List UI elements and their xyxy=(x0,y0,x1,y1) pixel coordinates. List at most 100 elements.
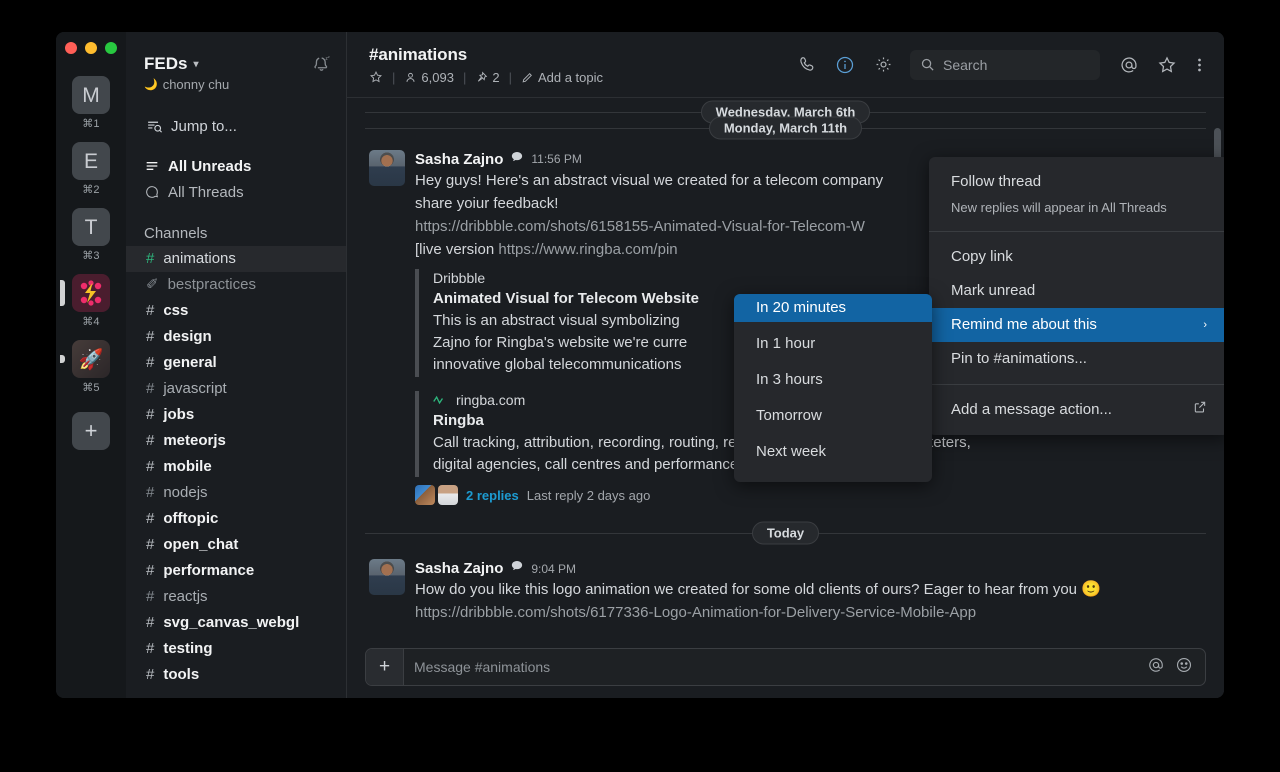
sidebar-item-mobile[interactable]: # mobile xyxy=(126,454,346,480)
menu-item-remind-me-about-this[interactable]: Remind me about this › xyxy=(929,308,1224,342)
sidebar-item-bestpractices[interactable]: ✐ bestpractices xyxy=(126,272,346,298)
channel-name-label: offtopic xyxy=(163,510,219,527)
channel-settings-button[interactable] xyxy=(868,50,898,80)
message-author[interactable]: Sasha Zajno xyxy=(415,560,503,578)
sidebar-item-performance[interactable]: # performance xyxy=(126,558,346,584)
menu-item-mark-unread[interactable]: Mark unread xyxy=(929,274,1224,308)
workspace-item-e[interactable]: E ⌘2 xyxy=(72,142,110,196)
more-options-button[interactable] xyxy=(1190,50,1208,80)
channel-name-label: testing xyxy=(163,640,213,657)
menu-item-label: Pin to #animations... xyxy=(951,350,1087,367)
sidebar-item-testing[interactable]: # testing xyxy=(126,636,346,662)
message-context-menu[interactable]: Follow thread New replies will appear in… xyxy=(929,157,1224,435)
avatar[interactable] xyxy=(369,150,405,186)
submenu-item-in-20-minutes[interactable]: In 20 minutes xyxy=(734,294,932,322)
members-count-button[interactable]: 6,093 xyxy=(404,70,454,85)
sidebar-item-all-unreads[interactable]: All Unreads xyxy=(126,153,346,179)
workspace-item-rocket[interactable]: 🚀 ⌘5 xyxy=(60,340,110,394)
person-icon xyxy=(406,72,415,82)
submenu-item-in-3-hours[interactable]: In 3 hours xyxy=(734,366,932,394)
members-count: 6,093 xyxy=(421,69,454,85)
submenu-item-next-week[interactable]: Next week xyxy=(734,438,932,466)
sidebar-item-general[interactable]: # general xyxy=(126,350,346,376)
emoji-icon[interactable] xyxy=(1175,656,1193,679)
sidebar-item-design[interactable]: # design xyxy=(126,324,346,350)
workspace-item-feds[interactable]: ⌘4 xyxy=(60,274,110,328)
thread-replies-bar[interactable]: 2 replies Last reply 2 days ago xyxy=(415,485,1202,506)
add-workspace-button[interactable]: + xyxy=(72,412,110,450)
submenu-item-in-1-hour[interactable]: In 1 hour xyxy=(734,330,932,358)
menu-item-add-a-message-action[interactable]: Add a message action... xyxy=(929,393,1224,427)
sidebar-item-javascript[interactable]: # javascript xyxy=(126,376,346,402)
hash-icon: # xyxy=(146,302,155,319)
close-window-button[interactable] xyxy=(65,42,77,54)
star-channel-button[interactable] xyxy=(369,70,383,84)
sidebar-item-jobs[interactable]: # jobs xyxy=(126,402,346,428)
jump-to-button[interactable]: Jump to... xyxy=(140,114,336,139)
date-pill-today[interactable]: Today xyxy=(751,521,820,545)
all-unreads-label: All Unreads xyxy=(168,157,252,175)
hash-icon: # xyxy=(146,666,155,683)
call-button[interactable] xyxy=(792,50,822,80)
maximize-window-button[interactable] xyxy=(105,42,117,54)
workspace-switcher-button[interactable]: FEDs ▾ xyxy=(144,54,312,74)
sidebar-item-animations[interactable]: # animations xyxy=(126,246,346,272)
plus-icon[interactable]: + xyxy=(366,649,404,685)
date-pill-first[interactable]: Monday, March 11th xyxy=(708,116,863,140)
message-composer[interactable]: + Message #animations xyxy=(365,648,1206,686)
mention-icon[interactable] xyxy=(1147,656,1165,679)
hash-icon: # xyxy=(146,536,155,553)
message-link-ringba[interactable]: https://www.ringba.com/pin xyxy=(498,241,677,258)
sidebar-item-reactjs[interactable]: # reactjs xyxy=(126,584,346,610)
sidebar-item-tools[interactable]: # tools xyxy=(126,662,346,688)
channel-name-label: css xyxy=(163,302,189,319)
sidebar-item-meteorjs[interactable]: # meteorjs xyxy=(126,428,346,454)
live-version-label: [live version xyxy=(415,241,499,259)
minimize-window-button[interactable] xyxy=(85,42,97,54)
message-author[interactable]: Sasha Zajno xyxy=(415,151,503,169)
menu-item-copy-link[interactable]: Copy link xyxy=(929,240,1224,274)
search-input[interactable]: Search xyxy=(910,49,1100,80)
workspace-unread-indicator xyxy=(60,355,65,363)
menu-item-label: Follow thread xyxy=(951,173,1042,190)
plus-icon: + xyxy=(72,412,110,450)
message-timestamp[interactable]: 11:56 PM xyxy=(531,152,581,166)
sidebar-item-svg_canvas_webgl[interactable]: # svg_canvas_webgl xyxy=(126,610,346,636)
sidebar-item-nodejs[interactable]: # nodejs xyxy=(126,480,346,506)
user-presence[interactable]: 🌙 chonny chu xyxy=(144,77,312,92)
workspace-shortcut-e: ⌘2 xyxy=(82,184,100,196)
menu-item-label: Remind me about this xyxy=(951,316,1097,333)
notifications-snoozed-icon[interactable]: z z xyxy=(312,54,332,79)
starred-items-button[interactable] xyxy=(1152,50,1182,80)
remind-me-submenu[interactable]: In 20 minutes In 1 hour In 3 hours Tomor… xyxy=(734,294,932,482)
replies-count-link[interactable]: 2 replies xyxy=(466,488,519,503)
message-timestamp[interactable]: 9:04 PM xyxy=(531,562,576,576)
menu-item-pin-to-channel[interactable]: Pin to #animations... xyxy=(929,342,1224,376)
speech-bubble-icon xyxy=(512,152,523,162)
menu-item-follow-thread[interactable]: Follow thread xyxy=(929,165,1224,199)
workspace-item-m[interactable]: M ⌘1 xyxy=(72,76,110,130)
svg-text:z: z xyxy=(328,55,330,59)
menu-item-label: Copy link xyxy=(951,248,1013,265)
quick-links: All Unreads All Threads xyxy=(126,153,346,205)
submenu-item-tomorrow[interactable]: Tomorrow xyxy=(734,402,932,430)
pencil-icon xyxy=(522,72,532,82)
channel-info-button[interactable] xyxy=(830,50,860,80)
sidebar-item-open_chat[interactable]: # open_chat xyxy=(126,532,346,558)
sidebar-item-offtopic[interactable]: # offtopic xyxy=(126,506,346,532)
message-link-dribbble-2[interactable]: https://dribbble.com/shots/6177336-Logo-… xyxy=(415,602,1202,624)
workspace-tile-m: M xyxy=(72,76,110,114)
channel-name-label: nodejs xyxy=(163,484,208,501)
channels-section-title[interactable]: Channels xyxy=(126,221,346,246)
channel-name-label: javascript xyxy=(163,380,227,397)
menu-divider xyxy=(929,384,1224,385)
hash-icon: # xyxy=(146,432,155,449)
pins-count-button[interactable]: 2 xyxy=(475,70,500,85)
sidebar-item-css[interactable]: # css xyxy=(126,298,346,324)
add-topic-button[interactable]: Add a topic xyxy=(521,70,603,85)
mentions-button[interactable] xyxy=(1114,50,1144,80)
sidebar-item-all-threads[interactable]: All Threads xyxy=(126,179,346,205)
workspace-item-t[interactable]: T ⌘3 xyxy=(72,208,110,262)
avatar[interactable] xyxy=(369,559,405,596)
message-input[interactable]: Message #animations xyxy=(404,659,1147,675)
